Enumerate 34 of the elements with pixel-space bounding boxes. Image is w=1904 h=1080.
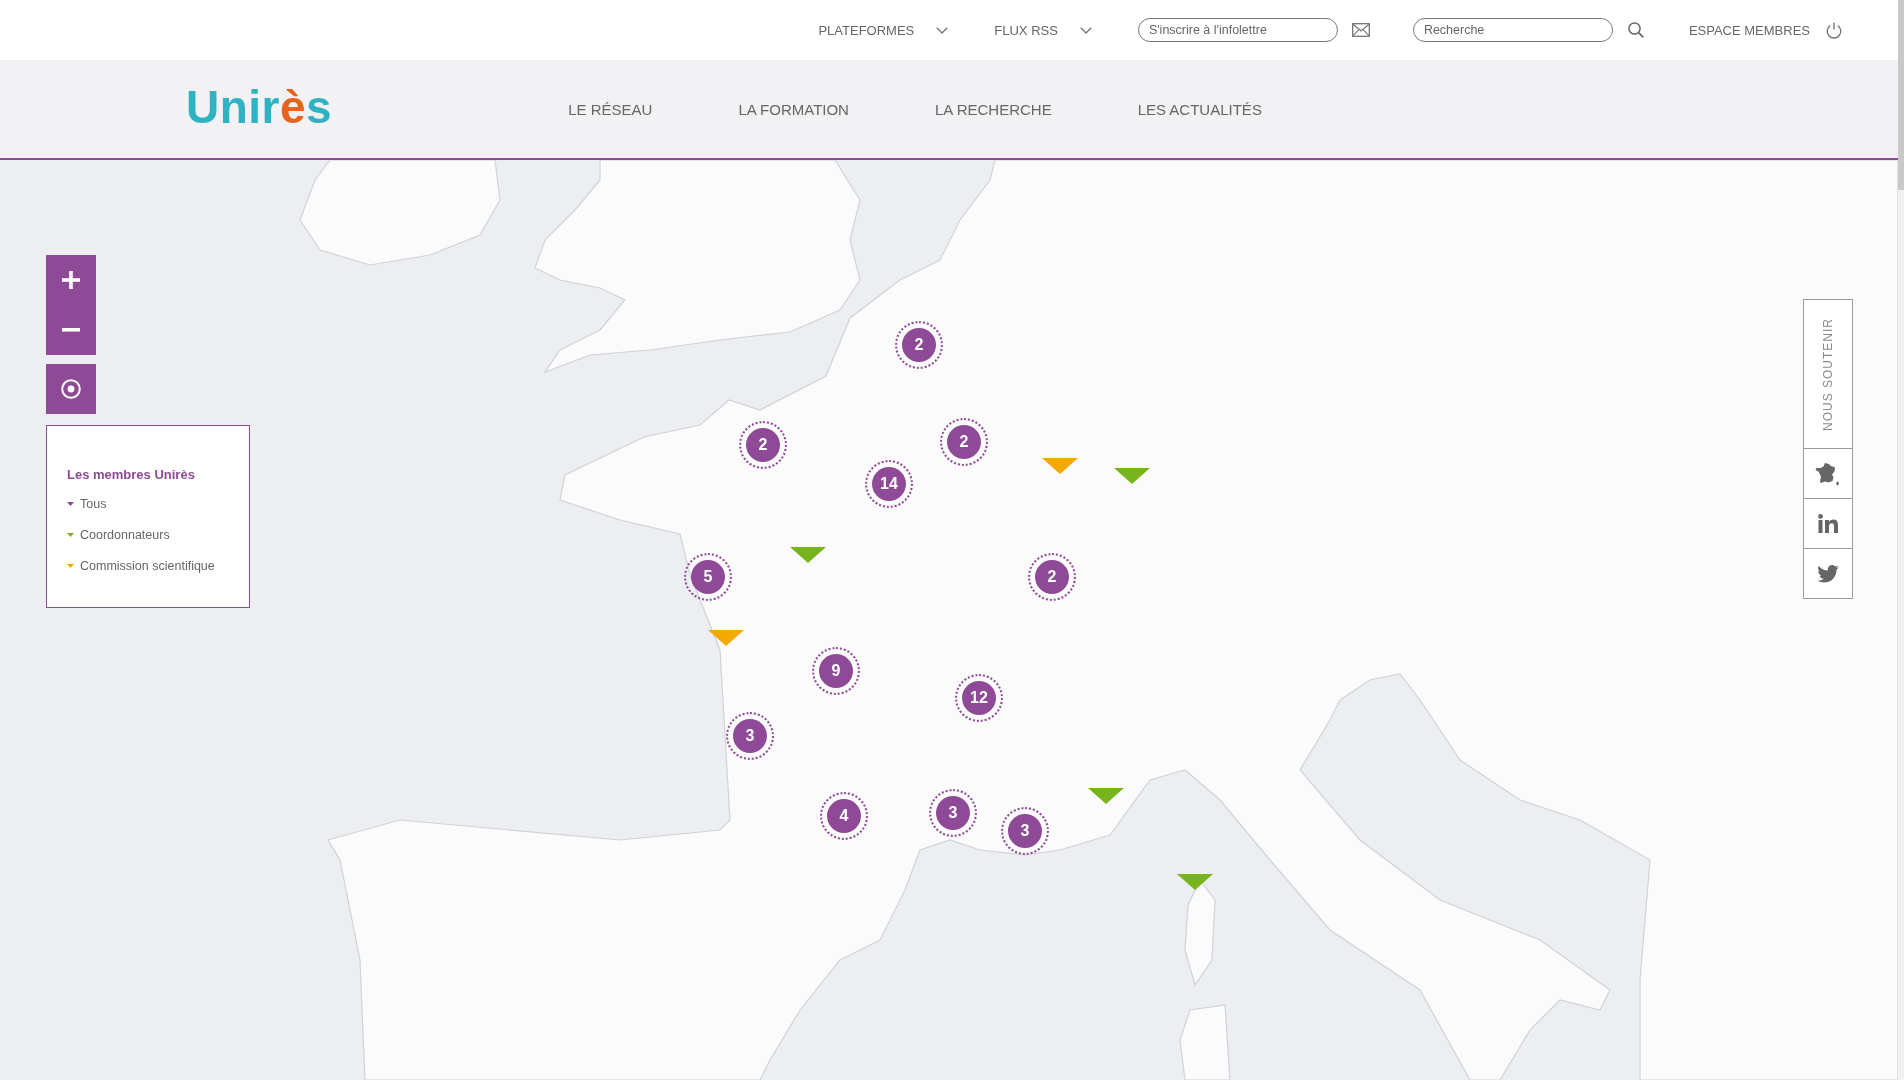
france-link[interactable] [1803,449,1853,499]
support-button[interactable]: NOUS SOUTENIR [1803,299,1853,449]
legend-item[interactable]: Coordonnateurs [67,525,170,545]
nav-link[interactable]: LA FORMATION [738,100,849,118]
newsletter-field[interactable]: S'inscrire à l'infolettre [1137,18,1338,42]
dropdown-menu[interactable]: FLUX RSS [994,22,1092,38]
target-icon [61,379,81,399]
nav-link[interactable]: LES ACTUALITÉS [1137,100,1262,118]
search-icon[interactable] [1627,22,1644,38]
dropdown-menu[interactable]: PLATEFORMES [818,22,949,38]
envelope-icon[interactable] [1351,23,1370,37]
zoom-in-button[interactable] [46,255,96,305]
logo[interactable]: Unirès [186,84,333,134]
nav-link[interactable]: LE RÉSEAU [568,100,653,118]
nav-link[interactable]: LA RECHERCHE [934,100,1052,118]
scrollbar[interactable] [1898,0,1904,1080]
twitter-link[interactable] [1803,549,1853,599]
legend-item[interactable]: Tous [67,494,107,514]
bird-icon [1817,564,1839,583]
plus-icon [62,271,80,289]
zoom-out-button[interactable] [46,305,96,355]
locate-button[interactable] [46,364,96,414]
minus-icon [62,328,80,332]
legend-title: Les membres Unirès [67,467,195,483]
power-icon [1826,21,1842,39]
linkedin-link[interactable] [1803,499,1853,549]
search-field[interactable]: Recherche [1412,18,1613,42]
france-map-icon [1815,461,1841,486]
scrollbar-thumb[interactable] [1898,0,1904,190]
linkedin-icon [1818,514,1838,533]
chevron-icon [1079,26,1092,34]
members-link[interactable]: ESPACE MEMBRES [1688,21,1842,39]
chevron-icon [936,26,949,34]
legend-item[interactable]: Commission scientifique [67,556,215,576]
